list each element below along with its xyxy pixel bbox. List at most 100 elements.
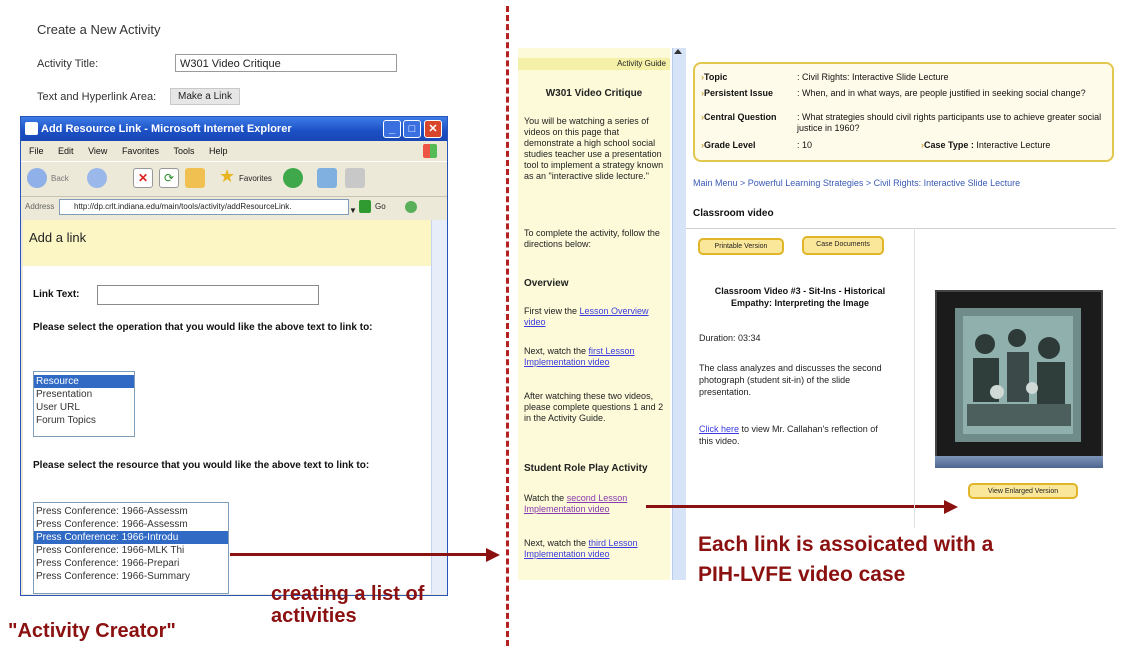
each-link-caption: Each link is assoicated with a PIH-LVFE … bbox=[698, 530, 993, 590]
video-controls[interactable] bbox=[935, 456, 1103, 468]
column-divider bbox=[914, 228, 915, 528]
ie-window-title: Add Resource Link - Microsoft Internet E… bbox=[41, 123, 292, 135]
grade-label: Grade Level bbox=[704, 140, 756, 150]
operation-option[interactable]: Forum Topics bbox=[34, 414, 134, 427]
guide-role-play-heading: Student Role Play Activity bbox=[524, 463, 648, 474]
printable-version-button[interactable]: Printable Version bbox=[698, 238, 784, 255]
print-icon[interactable] bbox=[345, 168, 365, 188]
make-link-button[interactable]: Make a Link bbox=[170, 88, 240, 105]
address-input[interactable]: http://dp.crlt.indiana.edu/main/tools/ac… bbox=[59, 199, 349, 215]
operation-listbox[interactable]: Resource Presentation User URL Forum Top… bbox=[33, 371, 135, 437]
add-link-heading: Add a link bbox=[23, 220, 431, 266]
guide-next-prefix: Next, watch the bbox=[524, 346, 589, 356]
operation-option[interactable]: Resource bbox=[34, 375, 134, 388]
links-icon[interactable] bbox=[405, 201, 417, 213]
create-activity-heading: Create a New Activity bbox=[37, 22, 161, 37]
guide-title: W301 Video Critique bbox=[545, 88, 643, 99]
breadcrumb[interactable]: Main Menu > Powerful Learning Strategies… bbox=[693, 178, 1020, 188]
menu-view[interactable]: View bbox=[88, 146, 107, 156]
ie-popup-window: Add Resource Link - Microsoft Internet E… bbox=[20, 116, 448, 596]
resource-option[interactable]: Press Conference: 1966-Assessm bbox=[34, 505, 228, 518]
view-enlarged-button[interactable]: View Enlarged Version bbox=[968, 483, 1078, 499]
media-icon[interactable] bbox=[317, 168, 337, 188]
video-description: The class analyzes and discusses the sec… bbox=[699, 363, 882, 397]
creating-list-caption: creating a list of activities bbox=[271, 583, 424, 627]
guide-complete-text: To complete the activity, follow the dir… bbox=[524, 228, 660, 249]
link-text-input[interactable] bbox=[97, 285, 319, 305]
resource-option[interactable]: Press Conference: 1966-Prepari bbox=[34, 557, 228, 570]
text-area-label: Text and Hyperlink Area: bbox=[37, 91, 157, 103]
windows-logo-icon bbox=[423, 144, 437, 158]
reflection-text: Click here to view Mr. Callahan's reflec… bbox=[699, 423, 889, 447]
back-icon[interactable] bbox=[27, 168, 47, 188]
video-frame-image bbox=[937, 292, 1101, 456]
menu-help[interactable]: Help bbox=[209, 146, 228, 156]
back-label[interactable]: Back bbox=[51, 174, 69, 183]
favorites-star-icon[interactable]: ★ bbox=[219, 166, 235, 187]
ie-menu-bar: File Edit View Favorites Tools Help bbox=[21, 141, 447, 161]
guide-after-text: After watching these two videos, please … bbox=[524, 391, 664, 423]
issue-label: Persistent Issue bbox=[704, 88, 774, 98]
link-text-label: Link Text: bbox=[33, 289, 80, 300]
video-player[interactable] bbox=[935, 290, 1103, 468]
scroll-up-icon[interactable] bbox=[674, 49, 682, 54]
case-type-value: Interactive Lecture bbox=[976, 140, 1051, 150]
each-link-line2: PIH-LVFE video case bbox=[698, 563, 906, 586]
operation-option[interactable]: User URL bbox=[34, 401, 134, 414]
case-type-row: ›Case Type : Interactive Lecture bbox=[921, 140, 1051, 150]
topic-label: Topic bbox=[704, 72, 728, 82]
guide-scrollbar[interactable] bbox=[672, 48, 686, 580]
menu-tools[interactable]: Tools bbox=[173, 146, 194, 156]
activity-title-input[interactable]: W301 Video Critique bbox=[175, 54, 397, 72]
history-icon[interactable] bbox=[283, 168, 303, 188]
refresh-icon[interactable]: ⟳ bbox=[159, 168, 179, 188]
creating-list-line2: activities bbox=[271, 605, 357, 627]
close-button[interactable]: ✕ bbox=[424, 120, 442, 138]
ie-scrollbar[interactable] bbox=[431, 220, 447, 594]
guide-first-prefix: First view the bbox=[524, 306, 580, 316]
resource-listbox[interactable]: Press Conference: 1966-Assessm Press Con… bbox=[33, 502, 229, 594]
guide-overview-heading: Overview bbox=[524, 278, 569, 289]
activity-title-label: Activity Title: bbox=[37, 58, 99, 70]
issue-value: : When, and in what ways, are people jus… bbox=[797, 88, 1086, 98]
menu-edit[interactable]: Edit bbox=[58, 146, 74, 156]
go-arrow-icon[interactable] bbox=[359, 200, 371, 213]
address-dropdown-icon[interactable]: ▼ bbox=[349, 201, 357, 221]
arrow-to-video bbox=[646, 505, 946, 508]
menu-file[interactable]: File bbox=[29, 146, 44, 156]
activity-guide-panel: Activity Guide W301 Video Critique You w… bbox=[518, 48, 670, 580]
case-info-box: ›Topic : Civil Rights: Interactive Slide… bbox=[693, 62, 1114, 162]
menu-favorites[interactable]: Favorites bbox=[122, 146, 159, 156]
classroom-video-heading: Classroom video bbox=[693, 208, 774, 219]
operation-option[interactable]: Presentation bbox=[34, 388, 134, 401]
creating-list-line1: creating a list of bbox=[271, 583, 425, 605]
stop-icon[interactable]: ✕ bbox=[133, 168, 153, 188]
section-rule bbox=[686, 228, 1116, 229]
ie-title-bar: Add Resource Link - Microsoft Internet E… bbox=[21, 117, 447, 141]
guide-watch-step: Watch the second Lesson Implementation v… bbox=[524, 493, 664, 515]
resource-prompt: Please select the resource that you woul… bbox=[33, 460, 370, 471]
case-documents-button[interactable]: Case Documents bbox=[802, 236, 884, 255]
activity-guide-header: Activity Guide bbox=[518, 58, 670, 70]
grade-row: ›Grade Level bbox=[701, 140, 756, 150]
arrow-to-video-head bbox=[944, 500, 958, 514]
video-title: Classroom Video #3 - Sit-Ins - Historica… bbox=[714, 286, 886, 308]
section-divider bbox=[506, 6, 509, 646]
resource-option[interactable]: Press Conference: 1966-Summary bbox=[34, 570, 228, 583]
operation-prompt: Please select the operation that you wou… bbox=[33, 322, 373, 333]
reflection-link[interactable]: Click here bbox=[699, 424, 739, 434]
home-icon[interactable] bbox=[185, 168, 205, 188]
go-label[interactable]: Go bbox=[375, 197, 386, 217]
video-duration: Duration: 03:34 bbox=[699, 333, 761, 343]
resource-option[interactable]: Press Conference: 1966-Assessm bbox=[34, 518, 228, 531]
question-label: Central Question bbox=[704, 112, 777, 122]
question-value: : What strategies should civil rights pa… bbox=[797, 112, 1102, 133]
resource-option[interactable]: Press Conference: 1966-Introdu bbox=[34, 531, 228, 544]
favorites-label[interactable]: Favorites bbox=[239, 174, 272, 183]
resource-option[interactable]: Press Conference: 1966-MLK Thi bbox=[34, 544, 228, 557]
maximize-button[interactable]: □ bbox=[403, 120, 421, 138]
ie-page-icon bbox=[25, 122, 38, 135]
minimize-button[interactable]: _ bbox=[383, 120, 401, 138]
each-link-line1: Each link is assoicated with a bbox=[698, 533, 994, 556]
forward-icon[interactable] bbox=[87, 168, 107, 188]
